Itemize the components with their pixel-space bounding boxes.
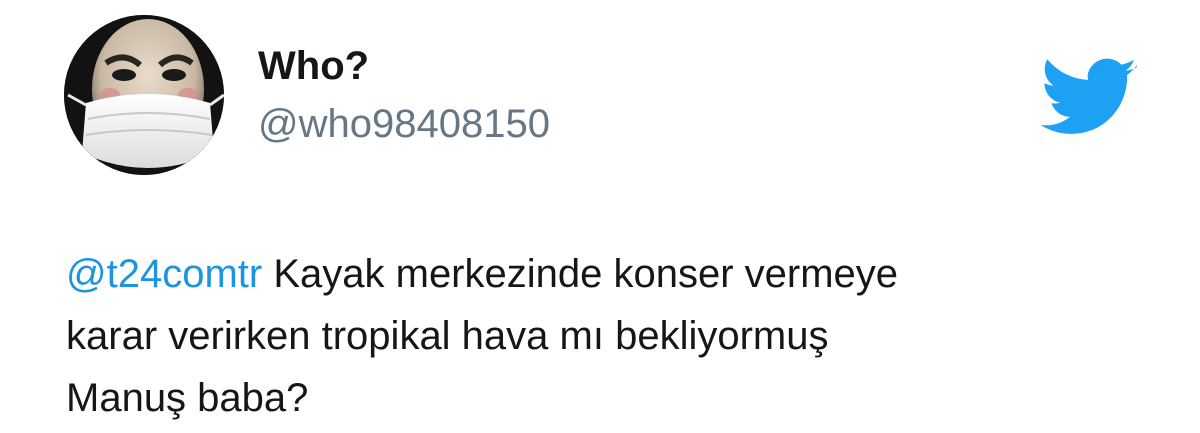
tweet-card: Who? @who98408150 @t24comtr Kayak merkez… <box>0 0 1200 433</box>
masked-face-avatar-icon <box>64 15 224 175</box>
tweet-line-2: karar verirken tropikal hava mı bekliyor… <box>66 314 829 358</box>
mention-link[interactable]: @t24comtr <box>66 252 262 296</box>
tweet-line-1: @t24comtr Kayak merkezinde konser vermey… <box>66 243 1166 305</box>
tweet-text-segment: Kayak merkezinde konser vermeye <box>262 252 899 296</box>
user-handle[interactable]: @who98408150 <box>258 100 550 148</box>
display-name[interactable]: Who? <box>258 42 369 90</box>
twitter-bird-icon <box>1040 58 1138 138</box>
tweet-line-3: Manuş baba? <box>66 376 309 420</box>
avatar[interactable] <box>64 15 224 175</box>
tweet-text: @t24comtr Kayak merkezinde konser vermey… <box>66 243 1166 429</box>
